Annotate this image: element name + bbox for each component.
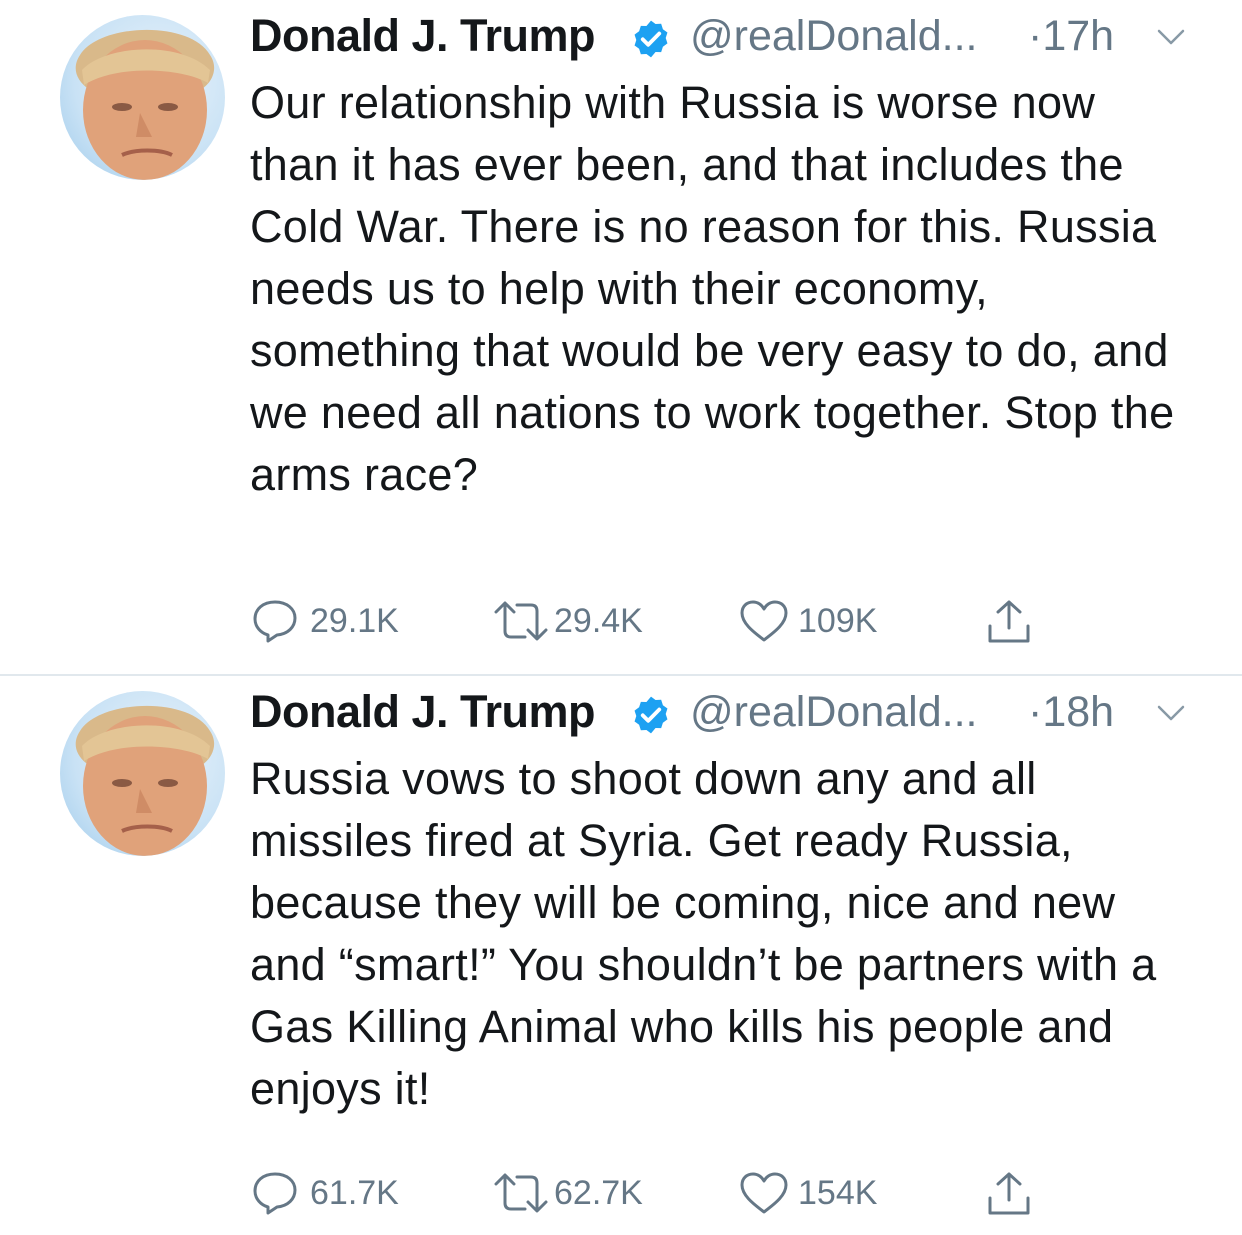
tweet-text: Russia vows to shoot down any and all mi… — [250, 753, 1157, 1114]
tweet-content: Donald J. Trump @realDonald... ·18h Russ… — [250, 676, 1200, 1120]
tweet-actions: 29.1K 29.4K 109K — [250, 596, 1050, 646]
verified-badge-icon — [634, 696, 668, 734]
chevron-down-icon[interactable] — [1155, 26, 1187, 48]
user-handle[interactable]: @realDonald... — [690, 688, 977, 737]
tweet[interactable]: Donald J. Trump @realDonald... ·18h Russ… — [0, 676, 1242, 1235]
tweet-timeline: Donald J. Trump @realDonald... ·17h Our … — [0, 0, 1242, 1235]
tweet-header: Donald J. Trump @realDonald... ·18h — [250, 676, 1200, 748]
retweet-icon — [494, 601, 548, 641]
avatar-portrait-icon — [75, 705, 215, 856]
verified-badge-icon — [634, 20, 668, 58]
tweet-header: Donald J. Trump @realDonald... ·17h — [250, 0, 1200, 72]
avatar[interactable] — [60, 15, 225, 180]
reply-count: 61.7K — [310, 1174, 399, 1212]
reply-icon — [253, 600, 297, 643]
tweet-actions: 61.7K 62.7K 154K — [250, 1168, 1050, 1218]
heart-icon — [740, 1172, 788, 1214]
chevron-down-icon[interactable] — [1155, 702, 1187, 724]
timestamp[interactable]: ·17h — [1028, 12, 1114, 61]
tweet-text: Our relationship with Russia is worse no… — [250, 77, 1175, 500]
like-count: 109K — [798, 602, 878, 640]
tweet-content: Donald J. Trump @realDonald... ·17h Our … — [250, 0, 1200, 506]
tweet[interactable]: Donald J. Trump @realDonald... ·17h Our … — [0, 0, 1242, 676]
avatar-portrait-icon — [75, 29, 215, 180]
heart-icon — [740, 600, 788, 642]
display-name[interactable]: Donald J. Trump — [250, 10, 596, 62]
share-icon — [988, 600, 1030, 643]
retweet-icon — [494, 1173, 548, 1213]
retweet-count: 29.4K — [554, 602, 643, 640]
like-count: 154K — [798, 1174, 878, 1212]
avatar[interactable] — [60, 691, 225, 856]
timestamp[interactable]: ·18h — [1028, 688, 1114, 737]
user-handle[interactable]: @realDonald... — [690, 12, 977, 61]
reply-icon — [253, 1172, 297, 1215]
reply-count: 29.1K — [310, 602, 399, 640]
display-name[interactable]: Donald J. Trump — [250, 686, 596, 738]
retweet-count: 62.7K — [554, 1174, 643, 1212]
share-icon — [988, 1172, 1030, 1215]
